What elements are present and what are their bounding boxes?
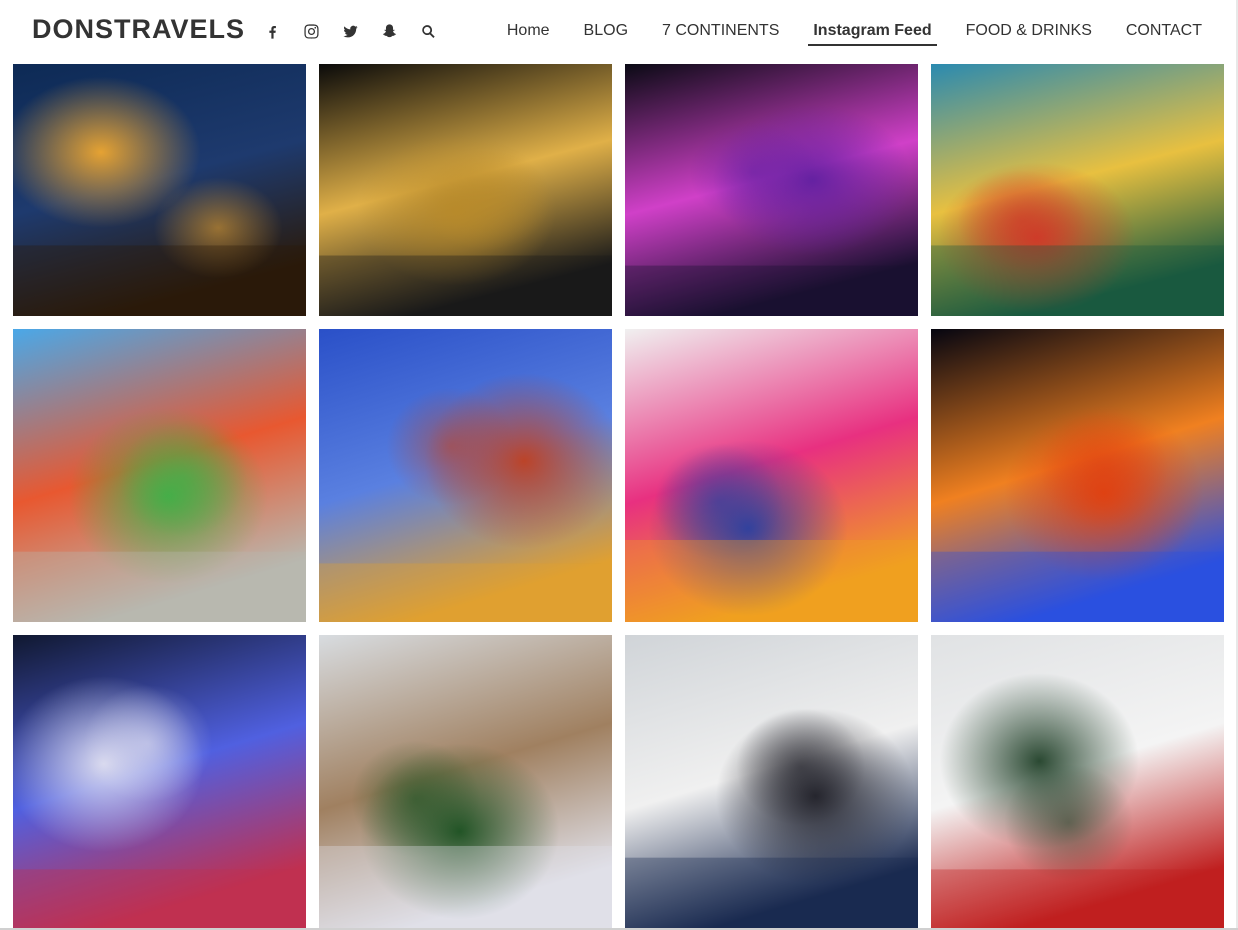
- photo-pigalle-basketball-court[interactable]: [625, 329, 918, 622]
- photo-christmas-tree-lights[interactable]: [13, 635, 306, 928]
- photo-moon-fireworks-mural[interactable]: [931, 329, 1224, 622]
- nav-blog[interactable]: BLOG: [579, 18, 633, 46]
- nav-food-drinks[interactable]: FOOD & DRINKS: [961, 18, 1097, 46]
- photo-neon-cars-dinosaur[interactable]: [625, 64, 918, 316]
- snapchat-icon[interactable]: [379, 21, 399, 41]
- photo-guatape-colorful-street[interactable]: [13, 329, 306, 622]
- site-header: DONSTRAVELS Home BLOG 7 CONTINENTS Insta…: [0, 0, 1238, 63]
- social-icons: [262, 20, 457, 42]
- photo-snowy-tank-park[interactable]: [931, 635, 1224, 928]
- site-logo[interactable]: DONSTRAVELS: [32, 14, 245, 45]
- nav-instagram-feed[interactable]: Instagram Feed: [808, 18, 937, 46]
- photo-louvre-pyramid-night[interactable]: [319, 64, 612, 316]
- facebook-icon[interactable]: [262, 21, 282, 41]
- photo-winter-portrait-building[interactable]: [625, 635, 918, 928]
- photo-colorful-mural-man[interactable]: [931, 64, 1224, 316]
- nav-home[interactable]: Home: [502, 18, 555, 46]
- photo-istanbul-mosque-night[interactable]: [13, 64, 306, 316]
- nav-7-continents[interactable]: 7 CONTINENTS: [657, 18, 784, 46]
- twitter-icon[interactable]: [340, 21, 360, 41]
- photo-natural-history-museum-rink[interactable]: [319, 635, 612, 928]
- photo-chefchaouen-blue-stairs[interactable]: [319, 329, 612, 622]
- instagram-icon[interactable]: [301, 21, 321, 41]
- main-nav: Home BLOG 7 CONTINENTS Instagram Feed FO…: [478, 0, 1207, 63]
- nav-contact[interactable]: CONTACT: [1121, 18, 1207, 46]
- search-icon[interactable]: [418, 21, 438, 41]
